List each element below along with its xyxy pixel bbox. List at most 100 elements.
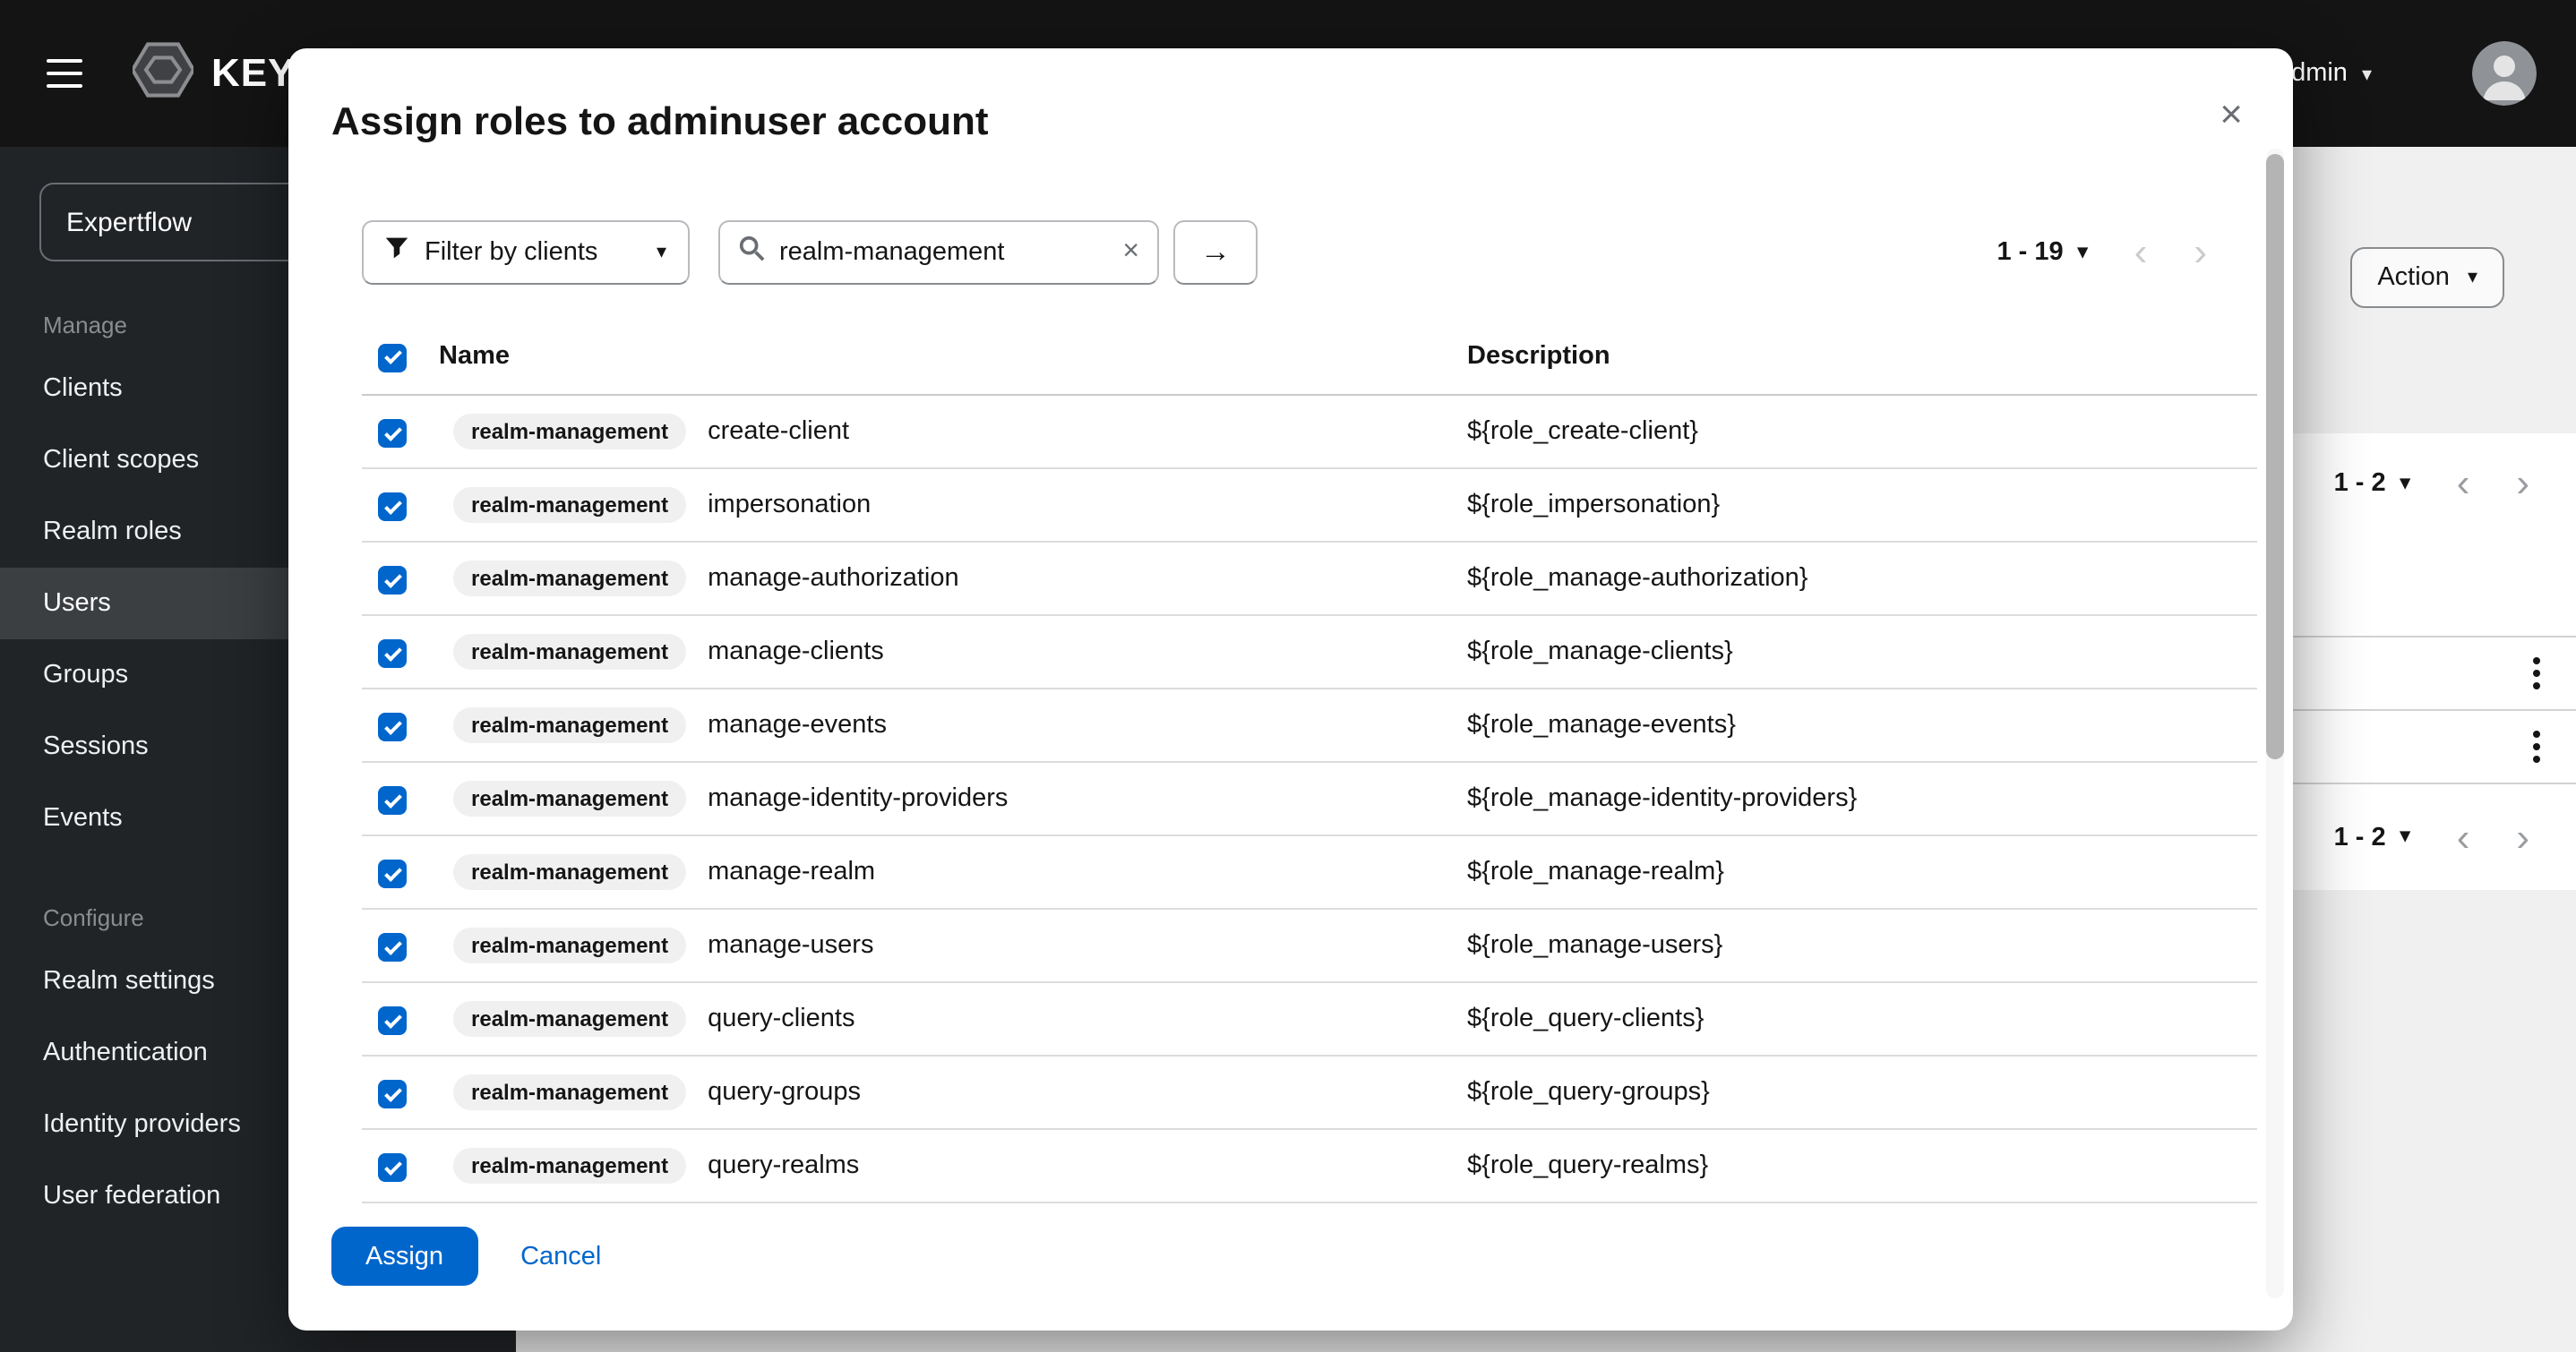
- role-name-cell: realm-managementmanage-authorization: [439, 560, 1467, 596]
- pagination-range: 1 - 2: [2334, 469, 2386, 498]
- clear-search-icon[interactable]: ×: [1122, 238, 1139, 267]
- role-description: ${role_query-realms}: [1467, 1151, 2257, 1180]
- row-checkbox[interactable]: [378, 1154, 407, 1183]
- role-name: manage-users: [708, 931, 873, 960]
- pagination-caret-icon: ▾: [2078, 243, 2088, 262]
- modal-footer: Assign Cancel: [331, 1227, 601, 1286]
- row-checkbox[interactable]: [378, 860, 407, 889]
- modal-scrollbar-thumb[interactable]: [2266, 154, 2284, 759]
- row-checkbox[interactable]: [378, 567, 407, 595]
- row-checkbox-cell: [362, 1076, 439, 1109]
- role-name: create-client: [708, 417, 849, 446]
- role-name-cell: realm-managementmanage-identity-provider…: [439, 781, 1467, 817]
- role-search-box: ×: [718, 220, 1159, 285]
- role-name-cell: realm-managementmanage-events: [439, 707, 1467, 743]
- kebab-menu-icon[interactable]: [2526, 650, 2547, 697]
- row-checkbox[interactable]: [378, 787, 407, 816]
- close-icon[interactable]: ×: [2220, 95, 2243, 134]
- check-icon: [383, 937, 401, 955]
- user-menu-caret-icon[interactable]: ▾: [2362, 62, 2372, 85]
- role-name: manage-identity-providers: [708, 784, 1008, 813]
- row-checkbox[interactable]: [378, 420, 407, 449]
- table-row: realm-managementmanage-clients${role_man…: [362, 616, 2257, 689]
- role-description: ${role_manage-identity-providers}: [1467, 784, 2257, 813]
- pagination-next-icon[interactable]: ›: [2194, 233, 2207, 272]
- role-name-cell: realm-managementcreate-client: [439, 414, 1467, 449]
- role-name-cell: realm-management manage-realm: [439, 854, 1467, 890]
- row-checkbox-cell: [362, 856, 439, 889]
- assign-button[interactable]: Assign: [331, 1227, 477, 1286]
- pagination-range: 1 - 19: [1996, 238, 2063, 267]
- client-badge: realm-management: [453, 560, 686, 596]
- role-description: ${role_create-client}: [1467, 417, 2257, 446]
- row-checkbox[interactable]: [378, 640, 407, 669]
- table-row: realm-managementmanage-realm${role_manag…: [362, 836, 2257, 910]
- modal-toolbar: Filter by clients ▾ × → 1 - 19 ▾ ‹ ›: [362, 220, 2207, 285]
- roles-table: Name Description realm-managementcreate-…: [362, 317, 2257, 1203]
- search-input[interactable]: [779, 238, 1108, 267]
- pagination-prev-icon[interactable]: ‹: [2457, 817, 2470, 857]
- role-name: impersonation: [708, 491, 871, 519]
- client-badge: realm-management: [453, 707, 686, 743]
- avatar[interactable]: [2472, 41, 2537, 106]
- row-checkbox[interactable]: [378, 1081, 407, 1109]
- row-checkbox-cell: [362, 415, 439, 449]
- search-icon: [738, 235, 765, 270]
- pagination-range-toggle[interactable]: 1 - 19 ▾: [1996, 238, 2087, 267]
- check-icon: [383, 570, 401, 588]
- check-icon: [383, 1158, 401, 1176]
- role-name-cell: realm-managementmanage-clients: [439, 634, 1467, 670]
- hamburger-menu-icon[interactable]: [47, 51, 82, 97]
- pagination-prev-icon[interactable]: ‹: [2134, 233, 2148, 272]
- assign-roles-modal: Assign roles to adminuser account × Filt…: [288, 48, 2293, 1331]
- action-caret-icon: ▾: [2468, 268, 2477, 287]
- pagination-prev-icon[interactable]: ‹: [2457, 464, 2470, 503]
- pagination-caret-icon: ▾: [2400, 827, 2410, 847]
- row-checkbox-cell: [362, 1003, 439, 1036]
- role-description: ${role_manage-authorization}: [1467, 564, 2257, 593]
- table-row: realm-managementquery-clients${role_quer…: [362, 983, 2257, 1057]
- kebab-menu-icon[interactable]: [2526, 723, 2547, 770]
- role-description: ${role_impersonation}: [1467, 491, 2257, 519]
- arrow-right-icon: →: [1200, 235, 1231, 270]
- row-checkbox[interactable]: [378, 714, 407, 742]
- role-name-cell: realm-managementquery-groups: [439, 1074, 1467, 1110]
- keycloak-admin-console: KEYCLOAK admin ▾ Expertflow ManageClient…: [0, 0, 2576, 1352]
- pagination-range-toggle[interactable]: 1 - 2 ▾: [2334, 469, 2410, 498]
- pagination-next-icon[interactable]: ›: [2516, 464, 2529, 503]
- pagination-next-icon[interactable]: ›: [2516, 817, 2529, 857]
- filter-by-clients-dropdown[interactable]: Filter by clients ▾: [362, 220, 690, 285]
- check-icon: [383, 717, 401, 735]
- role-name-cell: realm-managementquery-clients: [439, 1001, 1467, 1037]
- pagination-range: 1 - 2: [2334, 823, 2386, 851]
- table-row: realm-managementmanage-authorization${ro…: [362, 543, 2257, 616]
- role-description: ${role_query-groups}: [1467, 1078, 2257, 1107]
- search-submit-button[interactable]: →: [1173, 220, 1258, 285]
- row-checkbox-cell: [362, 783, 439, 816]
- table-row: realm-managementimpersonation${role_impe…: [362, 469, 2257, 543]
- row-checkbox[interactable]: [378, 934, 407, 963]
- row-checkbox-cell: [362, 562, 439, 595]
- action-button[interactable]: Action ▾: [2350, 247, 2504, 308]
- pagination-range-toggle[interactable]: 1 - 2 ▾: [2334, 823, 2410, 851]
- chevron-down-icon: ▾: [657, 243, 666, 262]
- modal-scrollbar-track[interactable]: [2266, 149, 2284, 1298]
- role-name-cell: realm-managementimpersonation: [439, 487, 1467, 523]
- client-badge: realm-management: [453, 634, 686, 670]
- row-checkbox[interactable]: [378, 1007, 407, 1036]
- row-checkbox-cell: [362, 489, 439, 522]
- client-badge: realm-management: [453, 854, 686, 890]
- row-checkbox[interactable]: [378, 493, 407, 522]
- check-icon: [383, 791, 401, 809]
- check-icon: [383, 864, 401, 882]
- select-all-checkbox[interactable]: [378, 344, 407, 372]
- cancel-button[interactable]: Cancel: [520, 1242, 601, 1271]
- check-icon: [383, 497, 401, 515]
- table-row: realm-managementmanage-identity-provider…: [362, 763, 2257, 836]
- check-icon: [383, 1084, 401, 1102]
- role-description: ${role_manage-clients}: [1467, 637, 2257, 666]
- realm-selector-label: Expertflow: [66, 207, 192, 237]
- role-name: manage-realm: [708, 858, 875, 886]
- filter-dropdown-label: Filter by clients: [425, 238, 640, 267]
- role-description: ${role_manage-users}: [1467, 931, 2257, 960]
